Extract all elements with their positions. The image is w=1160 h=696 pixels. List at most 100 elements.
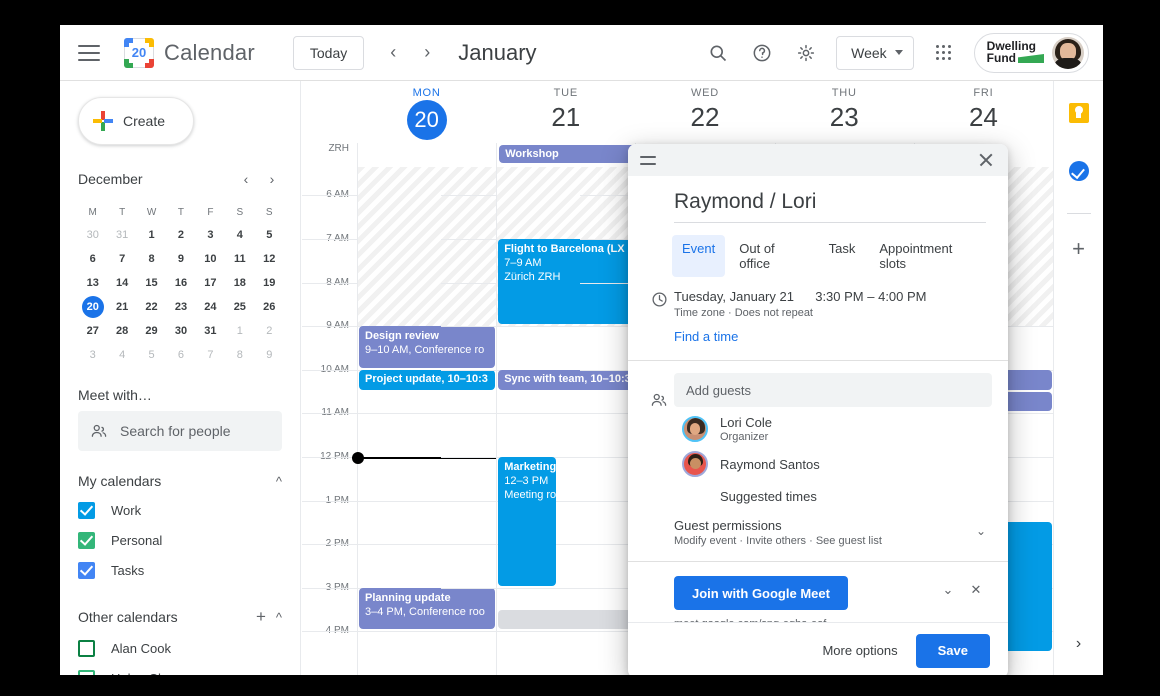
mini-calendar-cell[interactable]: 23 [166, 295, 195, 319]
suggested-times-link[interactable]: Suggested times [720, 489, 1008, 504]
day-column-tue[interactable]: Flight to Barcelona (LX 17–9 AMZürich ZR… [496, 167, 635, 675]
tab-out-of-office[interactable]: Out of office [729, 235, 814, 277]
mini-calendar-day[interactable]: 4 [229, 224, 251, 246]
calendar-event[interactable]: Project update, 10–10:3 [359, 370, 495, 390]
day-number[interactable]: 22 [691, 102, 720, 132]
help-icon[interactable] [742, 33, 782, 73]
all-day-col-tue[interactable]: Workshop [496, 143, 635, 167]
next-period-button[interactable]: › [410, 36, 444, 70]
google-tasks-icon[interactable] [1063, 155, 1095, 187]
mini-calendar-cell[interactable]: 16 [166, 271, 195, 295]
mini-calendar-day[interactable]: 1 [229, 320, 251, 342]
join-google-meet-button[interactable]: Join with Google Meet [674, 576, 848, 610]
mini-calendar-cell[interactable]: 3 [78, 343, 107, 367]
mini-calendar-cell[interactable]: 5 [137, 343, 166, 367]
mini-calendar-day[interactable]: 5 [141, 344, 163, 366]
mini-calendar-cell[interactable]: 7 [107, 247, 136, 271]
mini-calendar-day[interactable]: 3 [199, 224, 221, 246]
mini-calendar-day[interactable]: 29 [141, 320, 163, 342]
event-title-input[interactable]: Raymond / Lori [674, 190, 986, 223]
tab-appointment-slots[interactable]: Appointment slots [869, 235, 986, 277]
calendar-event[interactable]: Design review9–10 AM, Conference ro [359, 326, 495, 368]
mini-calendar-day[interactable]: 9 [258, 344, 280, 366]
save-button[interactable]: Save [916, 634, 990, 668]
day-header-mon[interactable]: MON20 [357, 81, 496, 143]
mini-calendar-cell[interactable]: 9 [255, 343, 284, 367]
mini-calendar-cell[interactable]: 20 [78, 295, 107, 319]
mini-calendar-cell[interactable]: 15 [137, 271, 166, 295]
mini-calendar-day[interactable]: 28 [111, 320, 133, 342]
close-icon[interactable]: ✕ [966, 582, 986, 598]
google-keep-icon[interactable] [1063, 97, 1095, 129]
calendar-event[interactable]: Marketing w12–3 PMMeeting roo [498, 457, 556, 586]
mini-calendar-cell[interactable]: 8 [225, 343, 254, 367]
mini-calendar-day[interactable]: 2 [170, 224, 192, 246]
mini-calendar-day[interactable]: 31 [199, 320, 221, 342]
chevron-down-icon[interactable]: ⌄ [976, 518, 986, 538]
mini-calendar-cell[interactable]: 10 [196, 247, 225, 271]
all-day-col-mon[interactable] [357, 143, 496, 167]
mini-calendar-cell[interactable]: 24 [196, 295, 225, 319]
mini-calendar-day[interactable]: 18 [229, 272, 251, 294]
mini-calendar-cell[interactable]: 18 [225, 271, 254, 295]
calendar-item-tasks[interactable]: Tasks [78, 555, 282, 585]
mini-calendar-cell[interactable]: 11 [225, 247, 254, 271]
mini-calendar-day[interactable]: 14 [111, 272, 133, 294]
calendar-event[interactable]: Planning update3–4 PM, Conference roo [359, 588, 495, 630]
day-column-mon[interactable]: Design review9–10 AM, Conference roProje… [357, 167, 496, 675]
mini-calendar-cell[interactable]: 9 [166, 247, 195, 271]
mini-calendar-day[interactable]: 25 [229, 296, 251, 318]
mini-calendar-day[interactable]: 7 [199, 344, 221, 366]
plus-icon[interactable]: + [1072, 238, 1085, 260]
mini-calendar-prev[interactable]: ‹ [234, 167, 258, 191]
mini-calendar-day[interactable]: 20 [82, 296, 104, 318]
checkbox[interactable] [78, 562, 95, 579]
mini-calendar-cell[interactable]: 4 [107, 343, 136, 367]
mini-calendar-day[interactable]: 19 [258, 272, 280, 294]
mini-calendar-day[interactable]: 31 [111, 224, 133, 246]
chevron-down-icon[interactable]: ⌄ [938, 582, 958, 598]
mini-calendar-day[interactable]: 22 [141, 296, 163, 318]
mini-calendar-cell[interactable]: 19 [255, 271, 284, 295]
day-number[interactable]: 23 [830, 102, 859, 132]
mini-calendar-cell[interactable]: 30 [166, 319, 195, 343]
mini-calendar-cell[interactable]: 29 [137, 319, 166, 343]
event-timezone-repeat[interactable]: Time zone · Does not repeat [674, 307, 927, 319]
mini-calendar-day[interactable]: 6 [82, 248, 104, 270]
chevron-up-icon[interactable]: ^ [276, 474, 282, 489]
mini-calendar-cell[interactable]: 25 [225, 295, 254, 319]
hamburger-icon[interactable] [78, 45, 100, 61]
close-icon[interactable] [976, 150, 996, 170]
create-button[interactable]: Create [78, 97, 194, 145]
mini-calendar-day[interactable]: 6 [170, 344, 192, 366]
apps-grid-icon[interactable] [924, 33, 964, 73]
mini-calendar-day[interactable]: 13 [82, 272, 104, 294]
mini-calendar-cell[interactable]: 31 [196, 319, 225, 343]
mini-calendar-day[interactable]: 4 [111, 344, 133, 366]
day-header-wed[interactable]: WED22 [635, 81, 774, 143]
guest-row-attendee[interactable]: Raymond Santos [682, 451, 1008, 477]
mini-calendar-cell[interactable]: 2 [255, 319, 284, 343]
checkbox[interactable] [78, 640, 95, 657]
view-select[interactable]: Week [836, 36, 914, 70]
mini-calendar-day[interactable]: 7 [111, 248, 133, 270]
mini-calendar-cell[interactable]: 1 [137, 223, 166, 247]
mini-calendar-cell[interactable]: 28 [107, 319, 136, 343]
calendar-event[interactable]: Sync with team, 10–10:3 [498, 370, 634, 390]
avatar[interactable] [1052, 37, 1084, 69]
plus-icon[interactable]: + [256, 607, 266, 627]
mini-calendar-cell[interactable]: 22 [137, 295, 166, 319]
calendar-event[interactable] [498, 610, 634, 630]
mini-calendar-cell[interactable]: 30 [78, 223, 107, 247]
mini-calendar-cell[interactable]: 21 [107, 295, 136, 319]
day-number[interactable]: 21 [551, 102, 580, 132]
mini-calendar-day[interactable]: 24 [199, 296, 221, 318]
calendar-item-work[interactable]: Work [78, 495, 282, 525]
mini-calendar-day[interactable]: 2 [258, 320, 280, 342]
checkbox[interactable] [78, 670, 95, 676]
chevron-right-icon[interactable]: › [1076, 635, 1081, 653]
mini-calendar-day[interactable]: 27 [82, 320, 104, 342]
account-chip[interactable]: Dwelling Fund [974, 33, 1089, 73]
guest-row-organizer[interactable]: Lori Cole Organizer [682, 415, 1008, 443]
add-guests-input[interactable]: Add guests [674, 373, 992, 407]
